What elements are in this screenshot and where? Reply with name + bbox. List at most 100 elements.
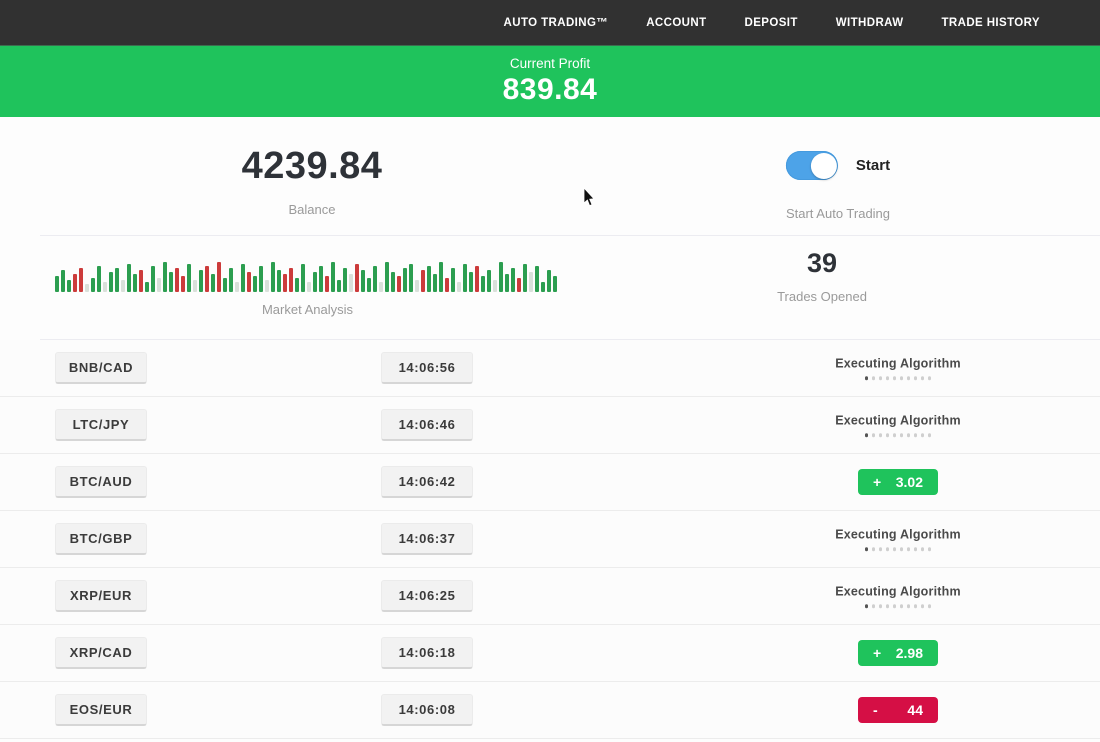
progress-dot [928, 433, 932, 437]
market-bar [373, 266, 377, 292]
time-pill[interactable]: 14:06:08 [381, 694, 473, 726]
progress-dot [893, 433, 897, 437]
pair-pill[interactable]: LTC/JPY [55, 409, 147, 441]
time-pill[interactable]: 14:06:25 [381, 580, 473, 612]
pair-pill[interactable]: BTC/GBP [55, 523, 147, 555]
result-sign: + [873, 474, 881, 490]
nav-item-auto-trading[interactable]: AUTO TRADING™ [504, 17, 609, 29]
market-bar [319, 266, 323, 292]
market-bar [415, 280, 419, 292]
market-bar [403, 268, 407, 292]
trade-status: + 2.98 [818, 640, 978, 666]
time-pill[interactable]: 14:06:46 [381, 409, 473, 441]
time-pill[interactable]: 14:06:42 [381, 466, 473, 498]
auto-trading-toggle[interactable] [786, 151, 838, 180]
trade-status: Executing Algorithm [818, 413, 978, 437]
pair-pill[interactable]: XRP/CAD [55, 637, 147, 669]
market-bar [151, 266, 155, 292]
market-bar [205, 266, 209, 292]
market-analysis-label: Market Analysis [55, 302, 560, 317]
market-bar [67, 280, 71, 292]
current-profit-label: Current Profit [510, 56, 590, 71]
trade-status: Executing Algorithm [818, 527, 978, 551]
market-bar [175, 268, 179, 292]
progress-dot [893, 376, 897, 380]
time-pill[interactable]: 14:06:37 [381, 523, 473, 555]
executing-algorithm-label: Executing Algorithm [818, 584, 978, 598]
market-bar [535, 266, 539, 292]
market-bar [511, 268, 515, 292]
progress-dot [900, 547, 904, 551]
progress-dot [921, 376, 925, 380]
market-bar [355, 264, 359, 292]
progress-dots [818, 433, 978, 437]
market-bar [127, 264, 131, 292]
market-bar [103, 282, 107, 292]
market-bar [481, 276, 485, 292]
time-pill[interactable]: 14:06:56 [381, 352, 473, 384]
progress-dot [879, 547, 883, 551]
market-bar [523, 264, 527, 292]
pair-pill[interactable]: XRP/EUR [55, 580, 147, 612]
nav-item-deposit[interactable]: DEPOSIT [745, 17, 798, 29]
trades-opened-label: Trades Opened [777, 289, 867, 304]
nav-item-withdraw[interactable]: WITHDRAW [836, 17, 904, 29]
market-analysis-chart: Market Analysis [55, 254, 560, 317]
result-value: 2.98 [896, 645, 923, 661]
progress-dot [907, 433, 911, 437]
market-bar [55, 276, 59, 292]
market-bar [493, 280, 497, 292]
market-bar [505, 274, 509, 292]
result-sign: + [873, 645, 881, 661]
market-bar [217, 262, 221, 292]
market-bar [235, 282, 239, 292]
market-bar [181, 276, 185, 292]
market-bar [349, 274, 353, 292]
market-bars [55, 254, 560, 292]
market-bar [529, 272, 533, 292]
progress-dot [872, 376, 876, 380]
nav-item-account[interactable]: ACCOUNT [646, 17, 706, 29]
market-bar [391, 272, 395, 292]
progress-dot [921, 547, 925, 551]
market-bar [139, 270, 143, 292]
market-bar [109, 272, 113, 292]
market-bar [121, 280, 125, 292]
market-bar [451, 268, 455, 292]
market-bar [169, 272, 173, 292]
trade-status: Executing Algorithm [818, 584, 978, 608]
market-bar [163, 262, 167, 292]
market-bar [115, 268, 119, 292]
market-bar [145, 282, 149, 292]
market-bar [283, 274, 287, 292]
nav-item-trade-history[interactable]: TRADE HISTORY [942, 17, 1041, 29]
pair-pill[interactable]: EOS/EUR [55, 694, 147, 726]
trade-row: BTC/GBP 14:06:37 Executing Algorithm [0, 511, 1100, 568]
executing-algorithm-label: Executing Algorithm [818, 527, 978, 541]
market-bar [499, 262, 503, 292]
pair-pill[interactable]: BTC/AUD [55, 466, 147, 498]
progress-dot [907, 376, 911, 380]
progress-dot [865, 433, 869, 437]
trade-row: BNB/CAD 14:06:56 Executing Algorithm [0, 340, 1100, 397]
market-bar [343, 268, 347, 292]
pair-pill[interactable]: BNB/CAD [55, 352, 147, 384]
progress-dot [928, 604, 932, 608]
time-pill[interactable]: 14:06:18 [381, 637, 473, 669]
market-bar [223, 278, 227, 292]
market-bar [541, 282, 545, 292]
progress-dot [900, 433, 904, 437]
market-bar [517, 278, 521, 292]
trade-row: XRP/CAD 14:06:18 + 2.98 [0, 625, 1100, 682]
top-navigation: AUTO TRADING™ ACCOUNT DEPOSIT WITHDRAW TRADE… [0, 0, 1100, 46]
market-bar [97, 266, 101, 292]
nav-menu: AUTO TRADING™ ACCOUNT DEPOSIT WITHDRAW TRADE… [504, 17, 1040, 29]
progress-dot [928, 547, 932, 551]
market-bar [457, 282, 461, 292]
market-bar [469, 272, 473, 292]
trade-status: + 3.02 [818, 469, 978, 495]
market-bar [475, 266, 479, 292]
balance-block: 4239.84 Balance [242, 145, 383, 217]
trades-opened-block: 39 Trades Opened [777, 248, 867, 304]
progress-dot [886, 376, 890, 380]
